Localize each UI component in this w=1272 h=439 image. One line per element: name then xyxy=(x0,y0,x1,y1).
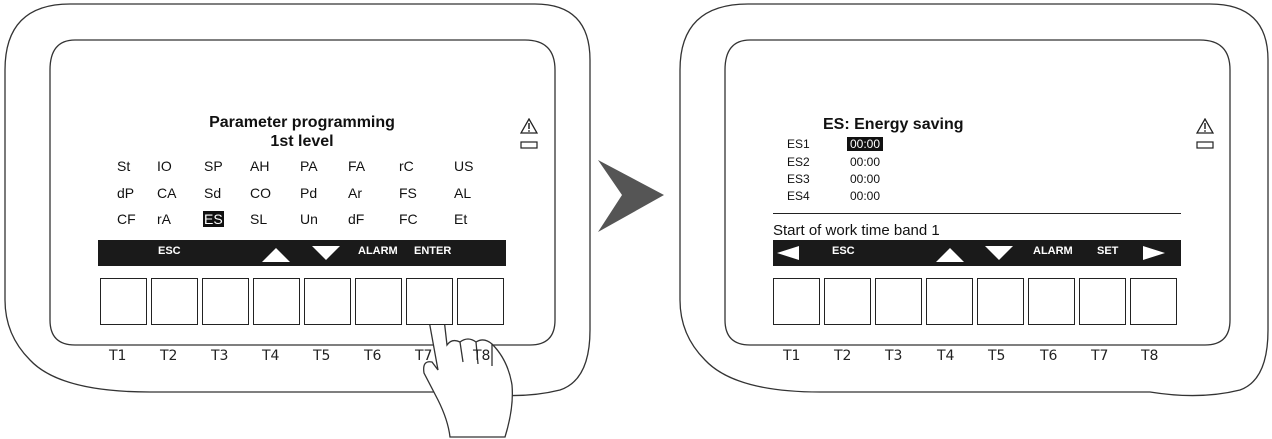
left-display: Parameter programming 1st level St IO SP… xyxy=(98,112,506,268)
row-value-es4[interactable]: 00:00 xyxy=(850,189,880,203)
row-label-es1: ES1 xyxy=(787,137,810,151)
key-t6[interactable] xyxy=(355,278,402,325)
key-label-t1: T1 xyxy=(783,348,801,364)
softkey-set[interactable]: SET xyxy=(1097,245,1118,257)
param-ra[interactable]: rA xyxy=(157,211,171,227)
param-ar[interactable]: Ar xyxy=(348,185,362,201)
param-rc[interactable]: rC xyxy=(399,158,414,174)
param-ah[interactable]: AH xyxy=(250,158,269,174)
arrow-up-icon[interactable] xyxy=(262,248,290,262)
warning-triangle-icon xyxy=(1195,117,1215,158)
key-label-t4: T4 xyxy=(262,348,280,364)
arrow-right-icon[interactable] xyxy=(1143,246,1165,260)
param-un[interactable]: Un xyxy=(300,211,318,227)
param-sp[interactable]: SP xyxy=(204,158,223,174)
key-t1[interactable] xyxy=(773,278,820,325)
param-fc[interactable]: FC xyxy=(399,211,418,227)
softkey-enter[interactable]: ENTER xyxy=(414,245,451,257)
divider xyxy=(773,213,1181,214)
softkey-esc[interactable]: ESC xyxy=(158,245,181,257)
softkey-alarm[interactable]: ALARM xyxy=(358,245,398,257)
key-label-t8: T8 xyxy=(473,348,491,364)
key-t3[interactable] xyxy=(875,278,922,325)
key-label-t3: T3 xyxy=(885,348,903,364)
softkey-bar: ESC ALARM SET xyxy=(773,240,1181,266)
arrow-left-icon[interactable] xyxy=(777,246,799,260)
arrow-down-icon[interactable] xyxy=(312,246,340,260)
right-display: ES: Energy saving ES1 00:00 ES2 00:00 ES… xyxy=(773,112,1181,268)
key-label-t7: T7 xyxy=(1091,348,1109,364)
key-t7[interactable] xyxy=(406,278,453,325)
row-value-es1[interactable]: 00:00 xyxy=(847,137,884,151)
softkey-alarm[interactable]: ALARM xyxy=(1033,245,1073,257)
param-et[interactable]: Et xyxy=(454,211,467,227)
key-t2[interactable] xyxy=(824,278,871,325)
param-st[interactable]: St xyxy=(117,158,130,174)
param-es-selected[interactable]: ES xyxy=(203,211,224,227)
key-t8[interactable] xyxy=(1130,278,1177,325)
parameter-description: Start of work time band 1 xyxy=(773,222,940,239)
key-t4[interactable] xyxy=(253,278,300,325)
key-t4[interactable] xyxy=(926,278,973,325)
param-co[interactable]: CO xyxy=(250,185,271,201)
row-value-es2[interactable]: 00:00 xyxy=(850,155,880,169)
key-t1[interactable] xyxy=(100,278,147,325)
param-fs[interactable]: FS xyxy=(399,185,417,201)
row-label-es3: ES3 xyxy=(787,172,810,186)
key-label-t5: T5 xyxy=(313,348,331,364)
param-io[interactable]: IO xyxy=(157,158,172,174)
softkey-esc[interactable]: ESC xyxy=(832,245,855,257)
arrow-up-icon[interactable] xyxy=(936,248,964,262)
key-label-t2: T2 xyxy=(834,348,852,364)
key-t6[interactable] xyxy=(1028,278,1075,325)
arrow-right-icon xyxy=(598,160,664,232)
key-label-t3: T3 xyxy=(211,348,229,364)
key-t2[interactable] xyxy=(151,278,198,325)
key-label-t1: T1 xyxy=(109,348,127,364)
param-dp[interactable]: dP xyxy=(117,185,134,201)
param-sd[interactable]: Sd xyxy=(204,185,221,201)
key-t5[interactable] xyxy=(304,278,351,325)
key-t5[interactable] xyxy=(977,278,1024,325)
arrow-down-icon[interactable] xyxy=(985,246,1013,260)
key-label-t6: T6 xyxy=(364,348,382,364)
row-label-es2: ES2 xyxy=(787,155,810,169)
row-value-es3[interactable]: 00:00 xyxy=(850,172,880,186)
key-label-t2: T2 xyxy=(160,348,178,364)
param-pa[interactable]: PA xyxy=(300,158,318,174)
key-label-t7: T7 xyxy=(415,348,433,364)
key-label-t5: T5 xyxy=(988,348,1006,364)
param-us[interactable]: US xyxy=(454,158,473,174)
param-pd[interactable]: Pd xyxy=(300,185,317,201)
softkey-bar: ESC ALARM ENTER xyxy=(98,240,506,266)
param-fa[interactable]: FA xyxy=(348,158,365,174)
key-label-t8: T8 xyxy=(1141,348,1159,364)
screen-title: Parameter programming xyxy=(209,114,395,131)
screen-subtitle: 1st level xyxy=(270,133,334,150)
param-cf[interactable]: CF xyxy=(117,211,136,227)
param-al[interactable]: AL xyxy=(454,185,471,201)
key-t3[interactable] xyxy=(202,278,249,325)
param-sl[interactable]: SL xyxy=(250,211,267,227)
warning-triangle-icon xyxy=(519,117,539,158)
screen-title: ES: Energy saving xyxy=(823,116,964,133)
param-ca[interactable]: CA xyxy=(157,185,176,201)
param-df[interactable]: dF xyxy=(348,211,364,227)
key-label-t6: T6 xyxy=(1040,348,1058,364)
row-label-es4: ES4 xyxy=(787,189,810,203)
key-label-t4: T4 xyxy=(937,348,955,364)
key-t8[interactable] xyxy=(457,278,504,325)
key-t7[interactable] xyxy=(1079,278,1126,325)
